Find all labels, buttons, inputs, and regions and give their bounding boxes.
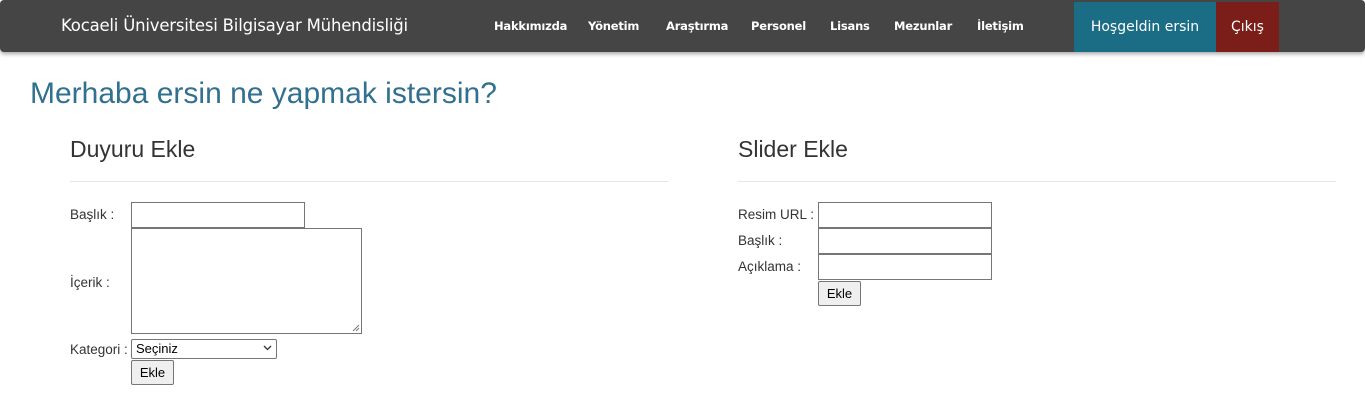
slider-image-url-label: Resim URL : bbox=[738, 207, 815, 222]
logout-button[interactable]: Çıkış bbox=[1216, 2, 1279, 52]
brand-title[interactable]: Kocaeli Üniversitesi Bilgisayar Mühendis… bbox=[61, 15, 408, 37]
slider-title-label: Başlık : bbox=[738, 233, 783, 248]
slider-form-title: Slider Ekle bbox=[738, 136, 848, 162]
page-greeting: Merhaba ersin ne yapmak istersin? bbox=[30, 77, 497, 110]
slider-title-input[interactable] bbox=[818, 228, 992, 254]
resize-grip-icon[interactable] bbox=[352, 324, 360, 332]
nav-link-yonetim[interactable]: Yönetim bbox=[588, 18, 639, 34]
top-navbar: Kocaeli Üniversitesi Bilgisayar Mühendis… bbox=[0, 0, 1365, 52]
announcement-form-title: Duyuru Ekle bbox=[70, 136, 196, 162]
slider-description-input[interactable] bbox=[818, 254, 992, 280]
chevron-down-icon bbox=[263, 345, 272, 351]
nav-link-mezunlar[interactable]: Mezunlar bbox=[894, 18, 952, 34]
slider-submit-button[interactable]: Ekle bbox=[818, 281, 861, 306]
announcement-divider bbox=[70, 181, 668, 182]
nav-link-lisans[interactable]: Lisans bbox=[830, 18, 870, 34]
category-selected-value: Seçiniz bbox=[136, 341, 178, 356]
announcement-title-label: Başlık : bbox=[70, 207, 115, 222]
nav-link-personel[interactable]: Personel bbox=[751, 18, 806, 34]
slider-image-url-input[interactable] bbox=[818, 202, 992, 228]
welcome-user-link[interactable]: Hoşgeldin ersin bbox=[1074, 2, 1216, 52]
nav-link-arastirma[interactable]: Araştırma bbox=[666, 18, 728, 34]
slider-description-label: Açıklama : bbox=[738, 259, 802, 274]
nav-link-hakkimizda[interactable]: Hakkımızda bbox=[494, 18, 567, 34]
announcement-submit-button[interactable]: Ekle bbox=[131, 360, 174, 385]
announcement-title-input[interactable] bbox=[131, 202, 305, 228]
announcement-category-select[interactable]: Seçiniz bbox=[131, 339, 277, 359]
announcement-content-label: İçerik : bbox=[70, 275, 110, 290]
slider-divider bbox=[738, 181, 1336, 182]
announcement-category-label: Kategori : bbox=[70, 342, 128, 357]
announcement-content-textarea[interactable] bbox=[131, 228, 362, 334]
nav-link-iletisim[interactable]: İletişim bbox=[977, 18, 1024, 34]
